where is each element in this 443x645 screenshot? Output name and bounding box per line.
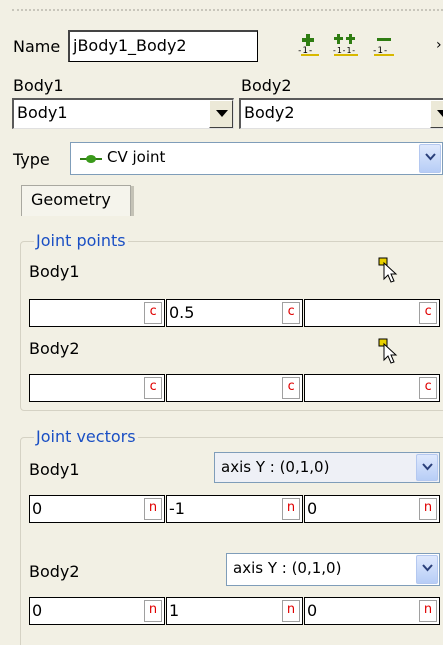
joint-point-body1-x[interactable]: c bbox=[29, 299, 165, 327]
joint-vector-body1-x[interactable]: 0 n bbox=[29, 495, 165, 523]
constant-tag[interactable]: c bbox=[419, 302, 437, 324]
body1-axis-arrow[interactable] bbox=[416, 454, 438, 481]
numeric-tag[interactable]: n bbox=[144, 498, 162, 520]
joint-type-arrow[interactable] bbox=[419, 144, 441, 173]
joint-vector-body1-y[interactable]: -1 n bbox=[166, 495, 303, 523]
joint-vectors-title: Joint vectors bbox=[34, 427, 138, 447]
body1-select-arrow[interactable] bbox=[209, 100, 233, 128]
joint-points-title: Joint points bbox=[34, 231, 128, 251]
constant-tag[interactable]: c bbox=[419, 377, 437, 399]
chevron-down-icon bbox=[422, 564, 433, 572]
svg-text:-1-: -1- bbox=[372, 46, 388, 56]
remove-point-icon: -1- bbox=[372, 38, 394, 56]
field-value: 0.5 bbox=[169, 303, 195, 322]
body2-select[interactable]: Body2 bbox=[239, 98, 443, 129]
body1-select[interactable]: Body1 bbox=[12, 98, 234, 129]
body2-axis-select[interactable]: axis Y : (0,1,0) bbox=[226, 553, 440, 586]
joint-points-body2-label: Body2 bbox=[29, 339, 80, 358]
joint-type-select[interactable]: CV joint bbox=[70, 142, 443, 175]
field-value: 0 bbox=[32, 499, 43, 518]
toolbar-overflow-icon[interactable]: › bbox=[436, 37, 442, 53]
body2-select-arrow[interactable] bbox=[430, 100, 443, 128]
body1-label: Body1 bbox=[13, 76, 64, 95]
body2-axis-arrow[interactable] bbox=[416, 555, 438, 584]
add-point-icon: -1- bbox=[297, 34, 319, 56]
numeric-tag[interactable]: n bbox=[419, 498, 437, 520]
add-two-points-icon: -1-1- bbox=[332, 34, 358, 56]
joint-vector-body2-x[interactable]: 0 n bbox=[29, 597, 165, 625]
field-value: 0 bbox=[32, 601, 43, 620]
joint-properties-panel: Name jBody1_Body2 -1- -1-1- -1- › Body1 … bbox=[0, 0, 443, 645]
name-input[interactable]: jBody1_Body2 bbox=[68, 30, 258, 62]
numeric-tag[interactable]: n bbox=[282, 498, 300, 520]
field-value: 0 bbox=[307, 601, 318, 620]
constant-tag[interactable]: c bbox=[144, 302, 162, 324]
remove-point-button[interactable]: -1- bbox=[370, 32, 398, 60]
chevron-down-icon bbox=[422, 463, 433, 471]
add-point-button[interactable]: -1- bbox=[295, 32, 323, 60]
svg-text:-1-1-: -1-1- bbox=[332, 46, 356, 55]
numeric-tag[interactable]: n bbox=[282, 600, 300, 622]
svg-text:-1-: -1- bbox=[297, 46, 313, 56]
constant-tag[interactable]: c bbox=[282, 377, 300, 399]
chevron-down-icon bbox=[425, 153, 436, 161]
joint-points-body1-label: Body1 bbox=[29, 262, 80, 281]
joint-vector-body1-z[interactable]: 0 n bbox=[304, 495, 440, 523]
joint-type-value: CV joint bbox=[107, 148, 166, 166]
joint-point-body2-z[interactable]: c bbox=[304, 374, 440, 402]
field-value: 0 bbox=[307, 499, 318, 518]
body1-axis-value: axis Y : (0,1,0) bbox=[221, 458, 330, 476]
constant-tag[interactable]: c bbox=[282, 302, 300, 324]
pick-cursor-icon[interactable] bbox=[378, 338, 400, 366]
chevron-down-icon bbox=[216, 110, 228, 117]
joint-point-body1-y[interactable]: 0.5 c bbox=[166, 299, 303, 327]
body1-axis-select[interactable]: axis Y : (0,1,0) bbox=[214, 452, 440, 483]
tab-shadow bbox=[131, 186, 134, 216]
joint-point-body2-y[interactable]: c bbox=[166, 374, 303, 402]
joint-vectors-body1-label: Body1 bbox=[29, 460, 80, 479]
numeric-tag[interactable]: n bbox=[144, 600, 162, 622]
name-label: Name bbox=[13, 37, 61, 56]
chevron-down-icon bbox=[437, 110, 443, 117]
joint-point-body1-z[interactable]: c bbox=[304, 299, 440, 327]
joint-point-body2-x[interactable]: c bbox=[29, 374, 165, 402]
body2-select-value: Body2 bbox=[244, 103, 295, 122]
constant-tag[interactable]: c bbox=[144, 377, 162, 399]
cv-joint-icon bbox=[80, 155, 102, 163]
body2-label: Body2 bbox=[241, 76, 292, 95]
joint-vectors-body2-label: Body2 bbox=[29, 562, 80, 581]
field-value: 1 bbox=[169, 601, 180, 620]
numeric-tag[interactable]: n bbox=[419, 600, 437, 622]
type-label: Type bbox=[13, 150, 50, 169]
add-two-points-button[interactable]: -1-1- bbox=[330, 32, 358, 60]
joint-vector-body2-z[interactable]: 0 n bbox=[304, 597, 440, 625]
top-separator bbox=[12, 9, 443, 11]
tab-geometry[interactable]: Geometry bbox=[21, 185, 131, 216]
body1-select-value: Body1 bbox=[17, 103, 68, 122]
field-value: -1 bbox=[169, 499, 185, 518]
joint-vector-body2-y[interactable]: 1 n bbox=[166, 597, 303, 625]
body2-axis-value: axis Y : (0,1,0) bbox=[233, 559, 342, 577]
pick-cursor-icon[interactable] bbox=[378, 257, 400, 285]
